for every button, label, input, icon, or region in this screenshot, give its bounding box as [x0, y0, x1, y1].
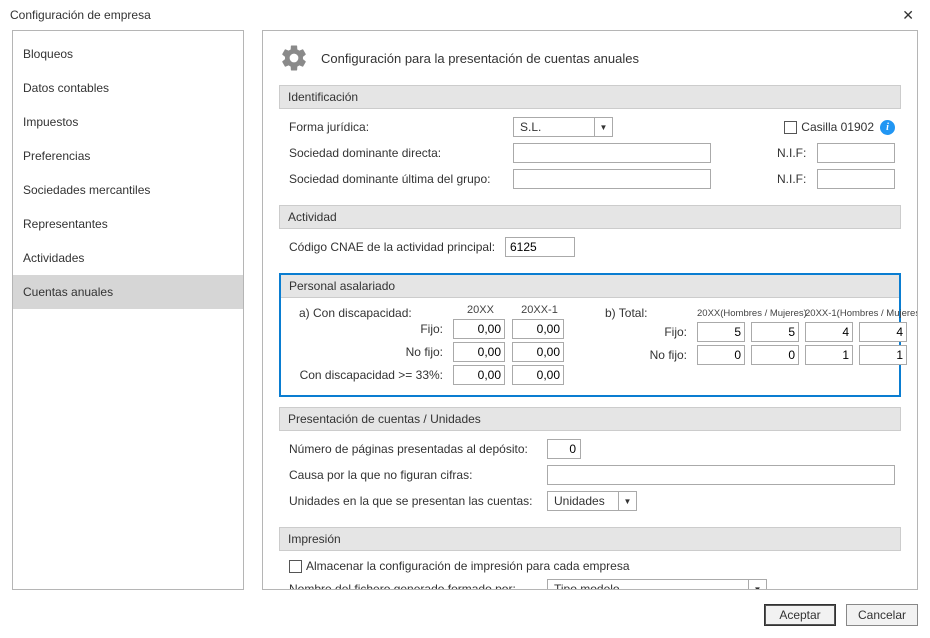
paginas-label: Número de páginas presentadas al depósit…: [289, 442, 541, 456]
a-fijo-20xx1[interactable]: [512, 319, 564, 339]
unidades-label: Unidades en la que se presentan las cuen…: [289, 494, 541, 508]
col-20xx: 20XX: [453, 304, 508, 316]
section-actividad: Actividad: [279, 205, 901, 229]
section-personal-frame: Personal asalariado a) Con discapacidad:…: [279, 273, 901, 397]
section-personal: Personal asalariado: [281, 275, 899, 298]
almacenar-checkbox[interactable]: Almacenar la configuración de impresión …: [289, 559, 630, 573]
row-nofijo-b: No fijo:: [605, 348, 693, 362]
fichero-select[interactable]: Tipo modelo ▼: [547, 579, 767, 590]
dominante-directa-label: Sociedad dominante directa:: [289, 146, 507, 160]
sidebar-item-preferencias[interactable]: Preferencias: [13, 139, 243, 173]
sidebar-item-representantes[interactable]: Representantes: [13, 207, 243, 241]
causa-input[interactable]: [547, 465, 895, 485]
dominante-grupo-label: Sociedad dominante última del grupo:: [289, 172, 507, 186]
nif2-input[interactable]: [817, 169, 895, 189]
section-presentacion: Presentación de cuentas / Unidades: [279, 407, 901, 431]
a-33-20xx[interactable]: [453, 365, 505, 385]
b-fijo-h-20xx[interactable]: [697, 322, 745, 342]
sidebar-item-cuentas-anuales[interactable]: Cuentas anuales: [13, 275, 243, 309]
causa-label: Causa por la que no figuran cifras:: [289, 468, 541, 482]
forma-juridica-label: Forma jurídica:: [289, 120, 507, 134]
chevron-down-icon: ▼: [618, 492, 636, 510]
chevron-down-icon: ▼: [748, 580, 766, 590]
section-impresion: Impresión: [279, 527, 901, 551]
b-fijo-h-20xx1[interactable]: [805, 322, 853, 342]
sidebar-item-bloqueos[interactable]: Bloqueos: [13, 37, 243, 71]
b-nofijo-h-20xx[interactable]: [697, 345, 745, 365]
window-title: Configuración de empresa: [10, 8, 151, 22]
row-fijo-b: Fijo:: [605, 325, 693, 339]
a-nofijo-20xx[interactable]: [453, 342, 505, 362]
row-nofijo-a: No fijo:: [299, 345, 449, 359]
col-b-20xx: 20XX(Hombres / Mujeres): [697, 308, 801, 319]
close-icon[interactable]: ✕: [896, 7, 920, 24]
nif1-input[interactable]: [817, 143, 895, 163]
dominante-grupo-input[interactable]: [513, 169, 711, 189]
sidebar-item-sociedades[interactable]: Sociedades mercantiles: [13, 173, 243, 207]
unidades-select[interactable]: Unidades ▼: [547, 491, 637, 511]
b-fijo-m-20xx1[interactable]: [859, 322, 907, 342]
a-nofijo-20xx1[interactable]: [512, 342, 564, 362]
page-title: Configuración para la presentación de cu…: [321, 51, 639, 66]
col-20xx1: 20XX-1: [512, 304, 567, 316]
row-33: Con discapacidad >= 33%:: [299, 368, 449, 382]
sidebar: Bloqueos Datos contables Impuestos Prefe…: [12, 30, 244, 590]
b-nofijo-m-20xx[interactable]: [751, 345, 799, 365]
row-fijo-a: Fijo:: [299, 322, 449, 336]
accept-button[interactable]: Aceptar: [764, 604, 836, 626]
nif1-label: N.I.F:: [777, 146, 811, 160]
col-b-20xx1: 20XX-1(Hombres / Mujeres): [805, 308, 909, 319]
b-nofijo-h-20xx1[interactable]: [805, 345, 853, 365]
b-fijo-m-20xx[interactable]: [751, 322, 799, 342]
casilla-01902-checkbox[interactable]: Casilla 01902: [784, 120, 874, 134]
b-nofijo-m-20xx1[interactable]: [859, 345, 907, 365]
gear-icon: [279, 43, 309, 73]
checkbox-box: [289, 560, 302, 573]
dominante-directa-input[interactable]: [513, 143, 711, 163]
info-icon[interactable]: i: [880, 120, 895, 135]
fichero-label: Nombre del fichero generado formado por:: [289, 582, 541, 590]
main-panel: Configuración para la presentación de cu…: [262, 30, 918, 590]
checkbox-box: [784, 121, 797, 134]
cnae-input[interactable]: [505, 237, 575, 257]
cnae-label: Código CNAE de la actividad principal:: [289, 240, 499, 254]
sidebar-item-datos-contables[interactable]: Datos contables: [13, 71, 243, 105]
cancel-button[interactable]: Cancelar: [846, 604, 918, 626]
chevron-down-icon: ▼: [594, 118, 612, 136]
sidebar-item-actividades[interactable]: Actividades: [13, 241, 243, 275]
a-fijo-20xx[interactable]: [453, 319, 505, 339]
a-33-20xx1[interactable]: [512, 365, 564, 385]
sidebar-item-impuestos[interactable]: Impuestos: [13, 105, 243, 139]
forma-juridica-select[interactable]: S.L. ▼: [513, 117, 613, 137]
section-identificacion: Identificación: [279, 85, 901, 109]
nif2-label: N.I.F:: [777, 172, 811, 186]
paginas-input[interactable]: [547, 439, 581, 459]
